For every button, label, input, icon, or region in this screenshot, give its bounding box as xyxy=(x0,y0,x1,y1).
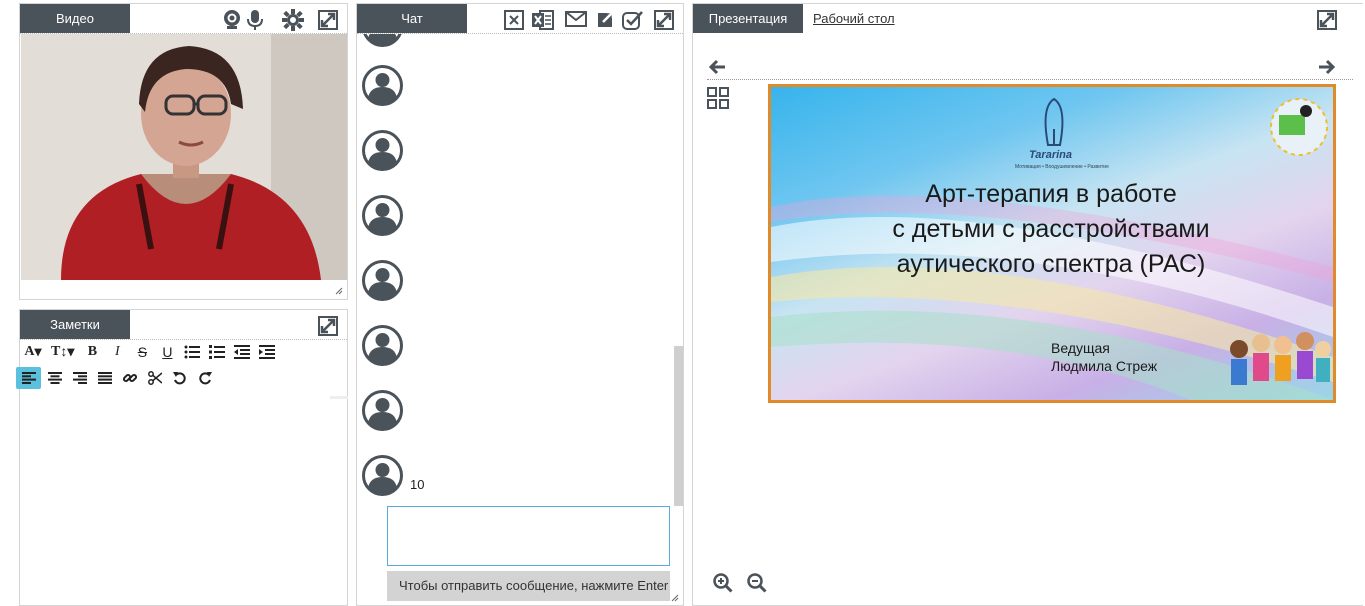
slide-presenter-name: Людмила Стреж xyxy=(1051,358,1158,374)
underline-button[interactable]: U xyxy=(156,341,178,363)
avatar xyxy=(362,130,403,171)
align-center-icon[interactable] xyxy=(44,367,66,389)
slide-title-line: Арт-терапия в работе xyxy=(925,180,1177,208)
redo-icon[interactable] xyxy=(194,367,216,389)
webcam-icon[interactable] xyxy=(222,9,242,31)
font-size-label: T xyxy=(51,344,61,359)
zoom-in-icon[interactable] xyxy=(713,573,733,593)
chat-tab[interactable]: Чат xyxy=(357,4,467,33)
chat-message-text: 10 xyxy=(410,477,425,492)
avatar xyxy=(362,325,403,366)
slide-logo-tagline: Мотивация • Воодушевление • Развитие xyxy=(1015,164,1109,170)
notes-tab[interactable]: Заметки xyxy=(20,310,130,339)
video-tab[interactable]: Видео xyxy=(20,4,130,33)
tab-presentation[interactable]: Презентация xyxy=(693,4,803,33)
resize-grip-icon[interactable] xyxy=(671,594,679,602)
notes-panel: Заметки A ▾ T ↕▾ B I S U xyxy=(16,309,348,606)
numbered-list-icon[interactable] xyxy=(206,341,228,363)
export-excel-icon[interactable] xyxy=(532,10,554,30)
slide-title: Арт-терапия в работе с детьми с расстрой… xyxy=(851,177,1251,282)
notes-editor-edge xyxy=(330,396,348,399)
video-panel: Видео xyxy=(19,3,348,300)
slide-presenter: Ведущая Людмила Стреж xyxy=(1051,339,1157,375)
font-color-label: A xyxy=(24,344,35,359)
indent-icon[interactable] xyxy=(256,341,278,363)
slide-presenter-label: Ведущая xyxy=(1051,340,1110,356)
notes-toolbar-row-1: A ▾ T ↕▾ B I S U xyxy=(22,341,281,363)
link-icon[interactable] xyxy=(119,367,141,389)
arrow-left-icon[interactable] xyxy=(708,59,726,75)
thumbnails-grid-icon[interactable] xyxy=(707,87,729,109)
nav-divider xyxy=(707,79,1353,80)
expand-icon[interactable] xyxy=(654,10,674,30)
strikethrough-button[interactable]: S xyxy=(131,341,153,363)
webcam-feed xyxy=(21,34,347,280)
slide-title-line: аутического спектра (РАС) xyxy=(896,250,1206,278)
avatar xyxy=(362,65,403,106)
slide-logo: Tararina xyxy=(1029,149,1073,161)
checkbox-icon[interactable] xyxy=(622,10,644,30)
bulleted-list-icon[interactable] xyxy=(181,341,203,363)
outdent-icon[interactable] xyxy=(231,341,253,363)
notes-editor[interactable] xyxy=(22,400,345,603)
mail-icon[interactable] xyxy=(565,11,587,27)
cut-icon[interactable] xyxy=(144,367,166,389)
avatar xyxy=(362,455,403,496)
presentation-panel: Презентация Рабочий стол Tararina Мотива… xyxy=(692,3,1363,606)
undo-icon[interactable] xyxy=(169,367,191,389)
avatar xyxy=(362,390,403,431)
expand-icon[interactable] xyxy=(1317,10,1337,30)
resize-grip-icon[interactable] xyxy=(335,287,343,295)
avatar xyxy=(362,34,403,47)
align-right-icon[interactable] xyxy=(69,367,91,389)
microphone-icon[interactable] xyxy=(247,9,263,31)
slide-badge-icon xyxy=(1270,98,1328,156)
font-color-button[interactable]: A ▾ xyxy=(22,341,44,363)
chat-scrollbar[interactable] xyxy=(674,346,683,506)
align-left-icon[interactable] xyxy=(16,367,41,389)
align-justify-icon[interactable] xyxy=(94,367,116,389)
tab-desktop[interactable]: Рабочий стол xyxy=(813,11,895,26)
bold-button[interactable]: B xyxy=(81,341,103,363)
chat-messages: 10 xyxy=(357,34,673,504)
zoom-out-icon[interactable] xyxy=(747,573,767,593)
italic-button[interactable]: I xyxy=(106,341,128,363)
gear-icon[interactable] xyxy=(282,9,304,31)
expand-icon[interactable] xyxy=(318,10,338,30)
external-link-icon[interactable] xyxy=(597,10,615,28)
avatar xyxy=(362,195,403,236)
avatar xyxy=(362,260,403,301)
slide-title-line: с детьми с расстройствами xyxy=(892,215,1210,243)
presentation-slide: Tararina Мотивация • Воодушевление • Раз… xyxy=(768,84,1336,403)
arrow-right-icon[interactable] xyxy=(1318,59,1336,75)
chat-panel: Чат 10 Чтобы отправить сообщение, нажмит… xyxy=(356,3,684,606)
font-size-button[interactable]: T ↕▾ xyxy=(51,341,74,363)
chat-send-hint: Чтобы отправить сообщение, нажмите Enter xyxy=(387,571,670,601)
chat-message-input[interactable] xyxy=(387,506,670,566)
notes-toolbar-row-2 xyxy=(16,367,219,389)
clear-chat-icon[interactable] xyxy=(504,10,524,30)
expand-icon[interactable] xyxy=(318,316,338,336)
